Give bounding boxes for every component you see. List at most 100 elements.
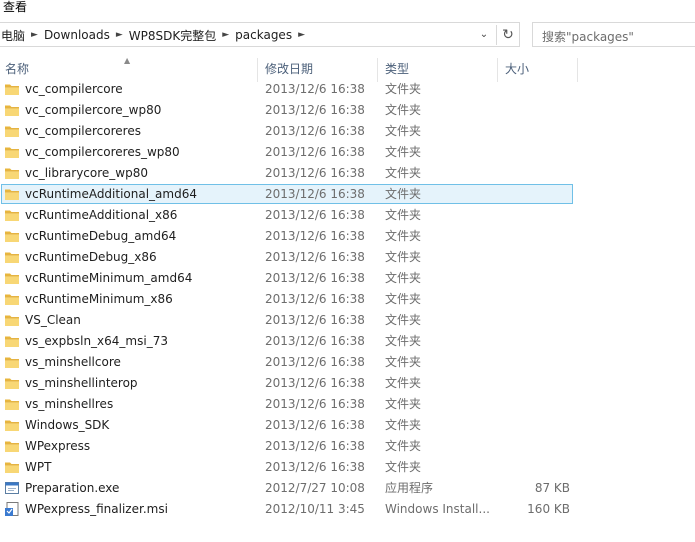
file-name: vcRuntimeMinimum_amd64	[25, 271, 193, 285]
column-header: ▲ 名称 修改日期 类型 大小	[0, 56, 695, 82]
column-size[interactable]: 大小	[505, 60, 529, 78]
file-row[interactable]: vc_compilercoreres_wp80 2013/12/6 16:38 文件…	[0, 142, 695, 163]
chevron-right-icon[interactable]: ►	[29, 30, 40, 40]
column-date[interactable]: 修改日期	[265, 60, 313, 78]
file-size	[500, 333, 570, 350]
file-row[interactable]: vs_minshellinterop 2013/12/6 16:38 文件夹	[0, 373, 695, 394]
file-type: 文件夹	[385, 355, 422, 369]
file-name: WPexpress	[25, 439, 91, 453]
file-type: 文件夹	[385, 313, 422, 327]
file-name: vc_compilercore	[25, 82, 123, 96]
file-row[interactable]: vs_expbsln_x64_msi_73 2013/12/6 16:38 文件夹	[0, 331, 695, 352]
file-date: 2013/12/6 16:38	[265, 271, 365, 285]
folder-icon	[4, 270, 20, 286]
file-row[interactable]: vcRuntimeDebug_x86 2013/12/6 16:38 文件夹	[0, 247, 695, 268]
file-row[interactable]: VS_Clean 2013/12/6 16:38 文件夹	[0, 310, 695, 331]
file-type: 文件夹	[385, 334, 422, 348]
file-date: 2013/12/6 16:38	[265, 397, 365, 411]
folder-icon	[4, 396, 20, 412]
file-date: 2013/12/6 16:38	[265, 187, 365, 201]
file-size	[500, 354, 570, 371]
file-row[interactable]: vc_compilercore_wp80 2013/12/6 16:38 文件夹	[0, 100, 695, 121]
folder-icon	[4, 207, 20, 223]
menu-view[interactable]: 查看	[3, 0, 27, 15]
file-date: 2013/12/6 16:38	[265, 229, 365, 243]
file-type: 文件夹	[385, 187, 422, 201]
folder-icon	[4, 312, 20, 328]
file-size: 160 KB	[527, 502, 570, 516]
file-name: vs_expbsln_x64_msi_73	[25, 334, 168, 348]
file-type: 文件夹	[385, 229, 422, 243]
chevron-right-icon[interactable]: ►	[296, 30, 307, 40]
file-size	[500, 102, 570, 119]
file-date: 2012/7/27 10:08	[265, 481, 365, 495]
file-row[interactable]: WPexpress 2013/12/6 16:38 文件夹	[0, 436, 695, 457]
file-row[interactable]: vc_compilercoreres 2013/12/6 16:38 文件夹	[0, 121, 695, 142]
file-size	[500, 123, 570, 140]
file-size	[500, 165, 570, 182]
file-type: 文件夹	[385, 145, 422, 159]
file-row[interactable]: Preparation.exe 2012/7/27 10:08 应用程序 87 KB	[0, 478, 695, 499]
file-row[interactable]: vcRuntimeAdditional_x86 2013/12/6 16:38 文件…	[0, 205, 695, 226]
file-size	[500, 270, 570, 287]
file-date: 2013/12/6 16:38	[265, 166, 365, 180]
file-type: 文件夹	[385, 208, 422, 222]
search-input[interactable]: 搜索"packages"	[532, 22, 695, 47]
file-row[interactable]: vc_librarycore_wp80 2013/12/6 16:38 文件夹	[0, 163, 695, 184]
chevron-down-icon[interactable]: ⌄	[476, 26, 492, 44]
search-placeholder: 搜索"packages"	[542, 30, 634, 44]
file-name: vcRuntimeDebug_x86	[25, 250, 157, 264]
file-name: WPT	[25, 460, 52, 474]
folder-icon	[4, 291, 20, 307]
file-type: 文件夹	[385, 166, 422, 180]
file-name: vs_minshellinterop	[25, 376, 138, 390]
breadcrumb-item-wp8sdk[interactable]: WP8SDK完整包	[125, 27, 220, 44]
file-name: vc_compilercoreres	[25, 124, 141, 138]
file-name: vc_librarycore_wp80	[25, 166, 148, 180]
folder-icon	[4, 123, 20, 139]
file-size	[500, 81, 570, 98]
file-row[interactable]: vcRuntimeAdditional_amd64 2013/12/6 16:38…	[0, 184, 695, 205]
refresh-icon[interactable]: ↻	[496, 25, 519, 45]
sort-up-icon: ▲	[124, 56, 131, 65]
folder-icon	[4, 144, 20, 160]
file-row[interactable]: vs_minshellres 2013/12/6 16:38 文件夹	[0, 394, 695, 415]
file-row[interactable]: vs_minshellcore 2013/12/6 16:38 文件夹	[0, 352, 695, 373]
file-row[interactable]: vcRuntimeMinimum_amd64 2013/12/6 16:38 文件夹	[0, 268, 695, 289]
file-name: vcRuntimeDebug_amd64	[25, 229, 177, 243]
file-size	[500, 459, 570, 476]
file-size	[500, 207, 570, 224]
file-date: 2013/12/6 16:38	[265, 355, 365, 369]
file-row[interactable]: vcRuntimeMinimum_x86 2013/12/6 16:38 文件夹	[0, 289, 695, 310]
file-row[interactable]: vcRuntimeDebug_amd64 2013/12/6 16:38 文件夹	[0, 226, 695, 247]
breadcrumb-item-packages[interactable]: packages	[231, 28, 296, 42]
column-name[interactable]: 名称	[5, 60, 29, 78]
folder-icon	[4, 438, 20, 454]
file-size	[500, 375, 570, 392]
breadcrumb-item-computer[interactable]: 电脑	[0, 27, 29, 44]
file-date: 2013/12/6 16:38	[265, 439, 365, 453]
file-date: 2013/12/6 16:38	[265, 103, 365, 117]
file-row[interactable]: vc_compilercore 2013/12/6 16:38 文件夹	[0, 79, 695, 100]
msi-icon	[4, 501, 20, 517]
breadcrumb-item-downloads[interactable]: Downloads	[40, 28, 114, 42]
file-type: 文件夹	[385, 397, 422, 411]
column-type[interactable]: 类型	[385, 60, 409, 78]
file-name: Windows_SDK	[25, 418, 110, 432]
file-date: 2013/12/6 16:38	[265, 376, 365, 390]
file-name: vs_minshellres	[25, 397, 114, 411]
file-row[interactable]: WPexpress_finalizer.msi 2012/10/11 3:45 Wi…	[0, 499, 695, 520]
chevron-right-icon[interactable]: ►	[114, 30, 125, 40]
chevron-right-icon[interactable]: ►	[220, 30, 231, 40]
file-row[interactable]: Windows_SDK 2013/12/6 16:38 文件夹	[0, 415, 695, 436]
file-size	[500, 144, 570, 161]
file-name: vs_minshellcore	[25, 355, 121, 369]
folder-icon	[4, 81, 20, 97]
file-size	[500, 291, 570, 308]
file-row[interactable]: WPT 2013/12/6 16:38 文件夹	[0, 457, 695, 478]
address-bar[interactable]: 电脑 ► Downloads ► WP8SDK完整包 ► packages ► …	[0, 22, 520, 47]
folder-icon	[4, 165, 20, 181]
file-type: 文件夹	[385, 439, 422, 453]
folder-icon	[4, 417, 20, 433]
folder-icon	[4, 333, 20, 349]
